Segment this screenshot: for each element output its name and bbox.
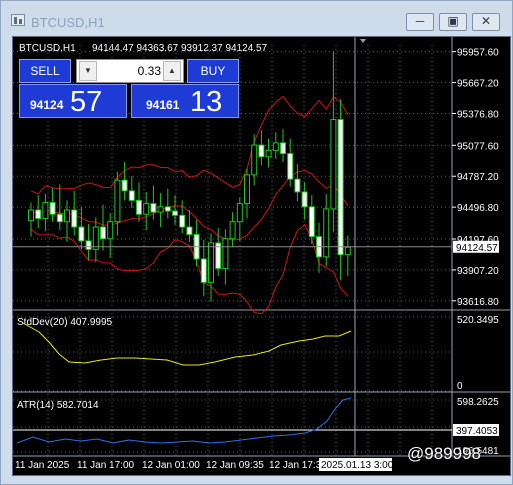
time-tick-label: 12 Jan 17:3 bbox=[269, 460, 322, 471]
candle-body bbox=[280, 142, 286, 155]
price-tick-label: 95376.80 bbox=[457, 109, 499, 120]
ask-price-button[interactable]: 94161 13 bbox=[131, 84, 239, 118]
ask-price-major: 94161 bbox=[146, 98, 180, 112]
lot-increase-icon[interactable]: ▲ bbox=[163, 61, 181, 81]
lot-size-field[interactable]: ▼ 0.33 ▲ bbox=[76, 59, 184, 83]
candle-body bbox=[258, 144, 265, 158]
candle-body bbox=[244, 174, 250, 205]
candle-body bbox=[143, 203, 150, 215]
bid-price-button[interactable]: 94124 57 bbox=[19, 84, 127, 118]
candle-body bbox=[179, 214, 186, 228]
watermark: @989998 bbox=[407, 444, 481, 463]
candle-body bbox=[344, 246, 351, 256]
window-title: BTCUSD,H1 bbox=[31, 15, 105, 30]
atr-max-label: 598.2625 bbox=[457, 397, 499, 408]
candle-body bbox=[172, 210, 178, 216]
candle-body bbox=[251, 144, 258, 176]
candle-body bbox=[229, 221, 236, 240]
candle-body bbox=[78, 226, 85, 242]
candle-body bbox=[200, 258, 207, 283]
candle-body bbox=[272, 142, 279, 151]
candle-body bbox=[114, 179, 121, 223]
price-tick-label: 94787.20 bbox=[457, 172, 499, 183]
candle-body bbox=[330, 119, 337, 210]
candle-body bbox=[85, 240, 92, 250]
candle-body bbox=[28, 209, 34, 222]
candle-body bbox=[186, 226, 193, 235]
time-tick-label: 12 Jan 01:00 bbox=[142, 460, 200, 471]
candle-body bbox=[287, 153, 294, 180]
candle-body bbox=[208, 242, 214, 283]
bid-price-major: 94124 bbox=[30, 98, 64, 112]
candle-body bbox=[92, 226, 99, 250]
candle-body bbox=[128, 190, 135, 201]
stddev-label: StdDev(20) 407.9995 bbox=[17, 317, 113, 328]
stddev-line bbox=[22, 322, 352, 366]
candle-body bbox=[136, 199, 142, 215]
candle-body bbox=[323, 208, 330, 258]
time-tick-label: 11 Jan 2025 bbox=[15, 460, 70, 471]
ask-price-minor: 13 bbox=[190, 86, 223, 118]
chart-window: BTCUSD,H1 ─ ▣ ✕ BTCUSD,H1 94144.47 94363… bbox=[0, 0, 513, 485]
candle-body bbox=[71, 209, 78, 228]
price-tick-label: 93907.20 bbox=[457, 266, 499, 277]
candle-body bbox=[49, 202, 56, 215]
candle-body bbox=[100, 226, 106, 240]
close-button[interactable]: ✕ bbox=[472, 13, 500, 31]
ohlc-values: 94144.47 94363.67 93912.37 94124.57 bbox=[92, 43, 268, 54]
candle-body bbox=[265, 149, 272, 158]
atr-mid-label: 397.4053 bbox=[456, 426, 498, 437]
candle-body bbox=[337, 119, 344, 256]
candle-body bbox=[42, 202, 49, 220]
time-tick-label: 11 Jan 17:00 bbox=[77, 460, 135, 471]
crosshair-time-label: 2025.01.13 3:00 bbox=[321, 460, 394, 471]
price-tick-label: 95667.20 bbox=[457, 79, 499, 90]
minimize-button[interactable]: ─ bbox=[406, 13, 434, 31]
candle-body bbox=[64, 209, 70, 223]
candle-body bbox=[107, 221, 114, 240]
bid-price-minor: 57 bbox=[70, 86, 103, 118]
stddev-min-label: 0 bbox=[457, 381, 463, 392]
candle-body bbox=[294, 178, 301, 193]
candle-body bbox=[236, 203, 243, 223]
price-tick-label: 94496.80 bbox=[457, 203, 499, 214]
sell-button[interactable]: SELL bbox=[19, 59, 71, 83]
candle-body bbox=[222, 238, 229, 270]
candle-body bbox=[121, 179, 128, 192]
atr-label: ATR(14) 582.7014 bbox=[17, 400, 99, 411]
buy-button[interactable]: BUY bbox=[187, 59, 239, 83]
price-tick-label: 95077.60 bbox=[457, 141, 499, 152]
restore-button[interactable]: ▣ bbox=[439, 13, 467, 31]
candle-body bbox=[157, 206, 164, 213]
candle-body bbox=[308, 206, 315, 238]
shift-marker-icon bbox=[360, 39, 366, 43]
price-tick-label: 93616.80 bbox=[457, 297, 499, 308]
candle-body bbox=[301, 191, 308, 208]
lot-decrease-icon[interactable]: ▼ bbox=[79, 61, 97, 81]
time-tick-label: 12 Jan 09:35 bbox=[206, 460, 264, 471]
chart-area[interactable]: BTCUSD,H1 94144.47 94363.67 93912.37 941… bbox=[12, 36, 511, 476]
stddev-max-label: 520.3495 bbox=[457, 315, 499, 326]
current-price-label: 94124.57 bbox=[456, 243, 498, 254]
price-tick-label: 95957.60 bbox=[457, 48, 499, 59]
symbol-info: BTCUSD,H1 bbox=[19, 43, 76, 54]
candle-body bbox=[56, 213, 63, 223]
candle-body bbox=[150, 203, 157, 213]
one-click-trading-panel: SELL ▼ 0.33 ▲ BUY 94124 57 94161 13 bbox=[19, 59, 239, 120]
lot-size-value[interactable]: 0.33 bbox=[99, 64, 161, 78]
candle-body bbox=[164, 206, 171, 212]
window-titlebar[interactable]: BTCUSD,H1 ─ ▣ ✕ bbox=[1, 1, 512, 31]
candle-body bbox=[35, 209, 42, 220]
chart-window-icon bbox=[11, 14, 25, 26]
